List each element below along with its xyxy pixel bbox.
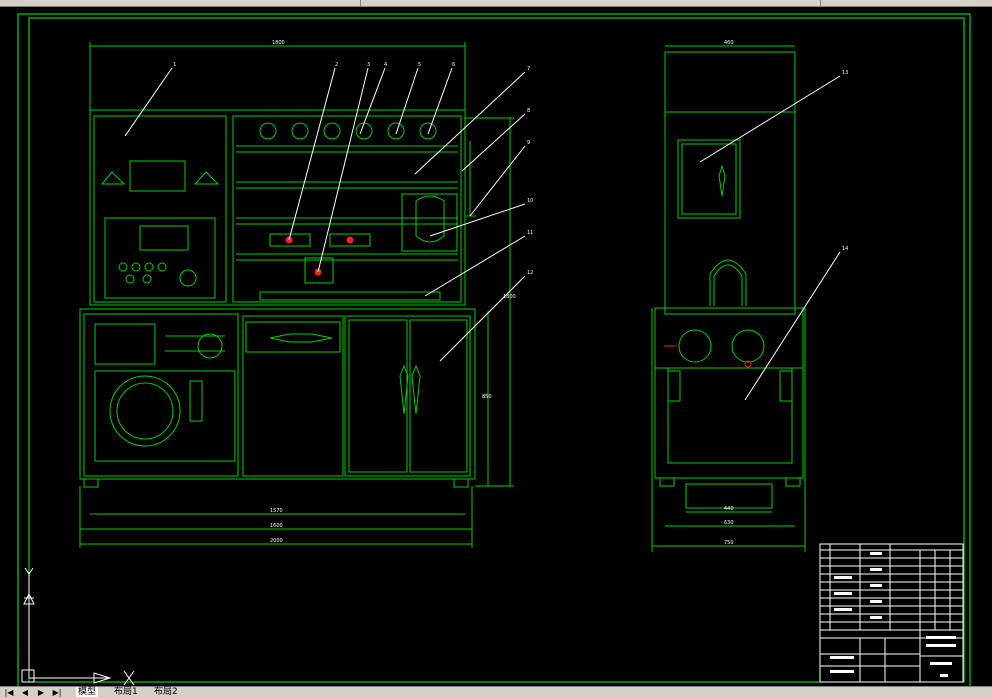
callout-11: 11 (527, 230, 533, 236)
dim-bottom-2: 1600 (270, 523, 283, 529)
dim-height-lower: 850 (482, 394, 492, 400)
callout-2: 2 (335, 62, 338, 68)
callout-13: 13 (842, 70, 848, 76)
dim-side-base: 630 (724, 520, 734, 526)
title-block (819, 543, 964, 683)
drawing-frame-outer (17, 13, 971, 689)
callout-7: 7 (527, 66, 530, 72)
dim-bottom-3: 2000 (270, 538, 283, 544)
ucs-icon (21, 567, 135, 686)
side-leaders (699, 75, 841, 401)
dim-top-width: 1800 (272, 40, 285, 46)
callout-8: 8 (527, 108, 530, 114)
last-page-icon[interactable]: ▶| (52, 688, 62, 697)
tab-layout1[interactable]: 布局1 (112, 687, 140, 697)
callout-12: 12 (527, 270, 533, 276)
callout-10: 10 (527, 198, 533, 204)
tab-layout2[interactable]: 布局2 (152, 687, 180, 697)
tab-model[interactable]: 模型 (76, 687, 99, 697)
dim-height-total: 1800 (503, 294, 516, 300)
next-page-icon[interactable]: ▶ (36, 688, 46, 697)
dim-side-base-inner: 440 (724, 506, 734, 512)
callout-6: 6 (452, 62, 455, 68)
side-view (651, 45, 806, 552)
dim-bottom-1: 1570 (270, 508, 283, 514)
callout-14: 14 (842, 246, 848, 252)
dim-side-top: 460 (724, 40, 734, 46)
prev-page-icon[interactable]: ◀ (20, 688, 30, 697)
callout-4: 4 (384, 62, 387, 68)
callout-5: 5 (418, 62, 421, 68)
callout-9: 9 (527, 140, 530, 146)
callout-1: 1 (173, 62, 176, 68)
drawing-canvas[interactable]: 1 2 3 4 5 6 7 8 9 10 11 12 1800 1570 160… (0, 6, 992, 689)
dim-side-overall: 750 (724, 540, 734, 546)
layout-tab-bar: |◀ ◀ ▶ ▶| 模型 布局1 布局2 (0, 686, 992, 698)
front-view (79, 42, 514, 548)
callout-3: 3 (367, 62, 370, 68)
first-page-icon[interactable]: |◀ (4, 688, 14, 697)
